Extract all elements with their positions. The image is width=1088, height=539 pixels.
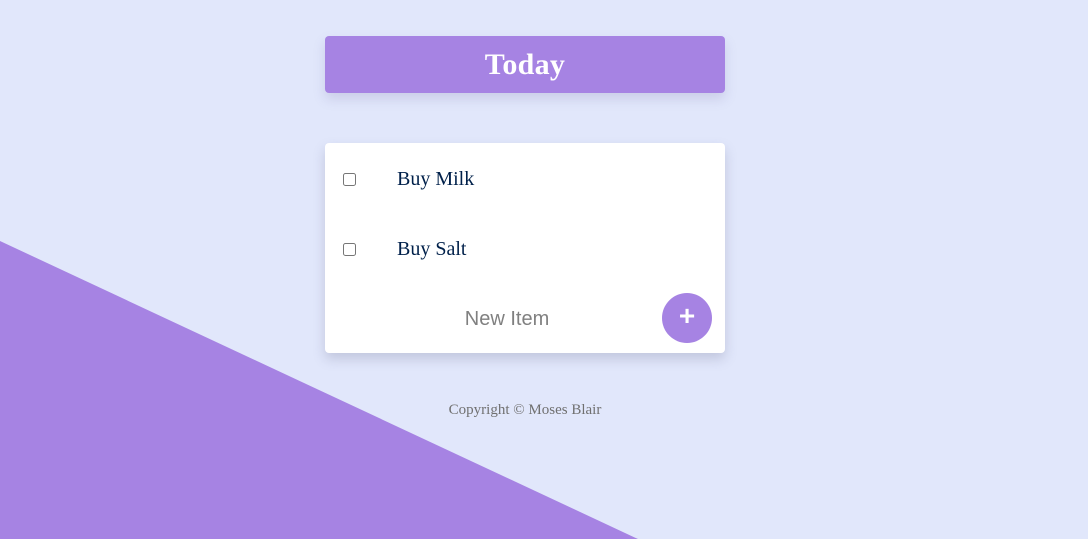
- item-label: Buy Milk: [397, 167, 475, 190]
- item-label: Buy Salt: [397, 237, 467, 260]
- item-checkbox[interactable]: [343, 242, 356, 256]
- new-item-input[interactable]: [385, 303, 629, 335]
- add-item-button[interactable]: +: [662, 293, 712, 343]
- page-title: Today: [484, 47, 566, 81]
- new-item-form: +: [325, 293, 725, 343]
- list-item: Buy Milk: [325, 164, 725, 194]
- heading-banner: Today: [325, 36, 725, 93]
- copyright-text: Copyright © Moses Blair: [448, 402, 602, 418]
- item-checkbox[interactable]: [343, 172, 356, 186]
- todo-card: Buy Milk Buy Salt +: [325, 143, 725, 353]
- footer: Copyright © Moses Blair: [325, 402, 725, 419]
- plus-icon: +: [678, 300, 696, 331]
- list-item: Buy Salt: [325, 234, 725, 264]
